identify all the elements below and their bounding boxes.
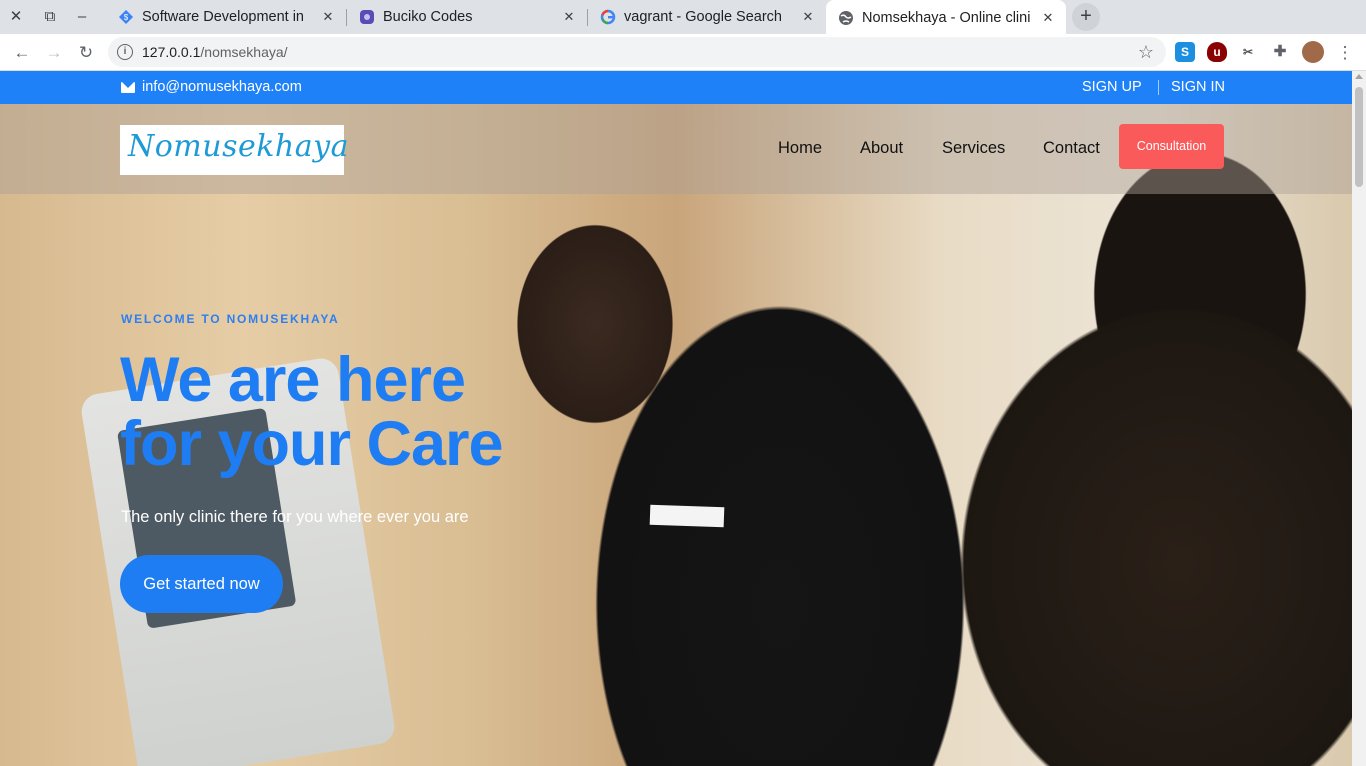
page-scrollbar[interactable] xyxy=(1352,71,1366,766)
tab-title: Nomsekhaya - Online clini xyxy=(862,9,1031,26)
close-tab-icon[interactable]: ✕ xyxy=(320,9,336,25)
minimize-window-icon[interactable]: – xyxy=(70,5,94,29)
google-icon xyxy=(600,9,616,25)
new-tab-button[interactable]: + xyxy=(1072,3,1100,31)
restore-window-icon[interactable]: ⧉ xyxy=(38,5,62,29)
site-logo[interactable]: Nomusekhaya xyxy=(120,125,348,175)
nav-home[interactable]: Home xyxy=(778,139,822,158)
envelope-icon xyxy=(121,82,135,93)
headline-line-2: for your Care xyxy=(120,409,504,479)
get-started-button[interactable]: Get started now xyxy=(120,555,283,613)
logo-text: Nomusekhaya xyxy=(128,129,349,164)
nav-services[interactable]: Services xyxy=(942,139,1005,158)
topbar-divider xyxy=(1158,80,1159,95)
tab-title: vagrant - Google Search xyxy=(624,9,782,25)
signup-link[interactable]: SIGN UP xyxy=(1082,79,1142,95)
address-bar[interactable]: i 127.0.0.1/nomsekhaya/ ☆ xyxy=(108,37,1166,67)
skype-extension-icon[interactable]: S xyxy=(1175,42,1195,62)
nav-about[interactable]: About xyxy=(860,139,903,158)
back-icon[interactable]: ← xyxy=(9,40,35,66)
hero-section: Nomusekhaya Home About Services Contact … xyxy=(0,104,1352,766)
close-tab-icon[interactable]: ✕ xyxy=(561,9,577,25)
tab-software-development[interactable]: $ Software Development in ✕ xyxy=(106,0,346,34)
menu-kebab-icon[interactable]: ⋮ xyxy=(1332,40,1358,66)
svg-text:$: $ xyxy=(124,13,129,22)
signin-link[interactable]: SIGN IN xyxy=(1171,79,1225,95)
name-badge-image xyxy=(649,504,725,528)
tab-title: Buciko Codes xyxy=(383,9,473,25)
scrollbar-thumb[interactable] xyxy=(1355,87,1363,187)
close-tab-icon[interactable]: ✕ xyxy=(800,9,816,25)
url-text[interactable]: 127.0.0.1/nomsekhaya/ xyxy=(142,44,288,60)
close-window-icon[interactable]: ✕ xyxy=(4,5,28,29)
site-header: Nomusekhaya Home About Services Contact … xyxy=(0,104,1352,194)
hero-eyebrow: WELCOME TO NOMUSEKHAYA xyxy=(121,312,340,326)
scroll-up-icon[interactable] xyxy=(1355,74,1363,79)
reload-icon[interactable]: ↻ xyxy=(73,40,99,66)
hero-headline: We are here for your Care xyxy=(120,345,504,479)
contact-topbar: info@nomusekhaya.com SIGN UP SIGN IN xyxy=(0,71,1352,104)
puzzle-extensions-icon[interactable]: ✚ xyxy=(1270,42,1290,62)
globe-icon xyxy=(838,10,854,26)
tab-buciko-codes[interactable]: Buciko Codes ✕ xyxy=(347,0,587,34)
bookmark-star-icon[interactable]: ☆ xyxy=(1138,42,1154,63)
info-icon[interactable]: i xyxy=(117,44,133,60)
browser-toolbar: ← → ↻ i 127.0.0.1/nomsekhaya/ ☆ S u ✂ ✚ … xyxy=(0,34,1366,71)
headline-line-1: We are here xyxy=(120,345,466,415)
extension-icon[interactable]: ✂ xyxy=(1238,42,1258,62)
page-viewport: info@nomusekhaya.com SIGN UP SIGN IN Nom… xyxy=(0,71,1352,766)
tab-google-search[interactable]: vagrant - Google Search ✕ xyxy=(588,0,826,34)
nav-contact[interactable]: Contact xyxy=(1043,139,1100,158)
tab-strip: ✕ ⧉ – $ Software Development in ✕ Buciko… xyxy=(0,0,1366,35)
app-icon xyxy=(359,9,375,25)
contact-email[interactable]: info@nomusekhaya.com xyxy=(142,79,302,95)
forward-icon[interactable]: → xyxy=(41,40,67,66)
hero-subtitle: The only clinic there for you where ever… xyxy=(121,508,469,526)
close-tab-icon[interactable]: ✕ xyxy=(1040,10,1056,26)
profile-avatar[interactable] xyxy=(1302,41,1324,63)
tab-title: Software Development in xyxy=(142,9,304,25)
ublock-extension-icon[interactable]: u xyxy=(1207,42,1227,62)
consultation-button[interactable]: Consultation xyxy=(1119,124,1224,169)
diamond-icon: $ xyxy=(118,9,134,25)
tab-nomsekhaya[interactable]: Nomsekhaya - Online clini ✕ xyxy=(826,0,1066,35)
